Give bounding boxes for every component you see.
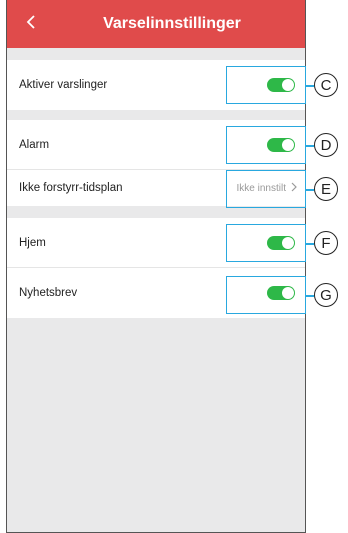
callout-line-d: [306, 145, 314, 147]
row-label: Nyhetsbrev: [19, 287, 77, 299]
marker-c: C: [314, 73, 338, 97]
callout-line-g: [306, 295, 314, 297]
callout-line-c: [306, 85, 314, 87]
row-label: Aktiver varslinger: [19, 79, 107, 91]
row-label: Ikke forstyrr-tidsplan: [19, 182, 123, 194]
row-label: Alarm: [19, 139, 49, 151]
marker-g: G: [314, 283, 338, 307]
callout-line-e: [306, 189, 314, 191]
header-bar: Varselinnstillinger: [7, 0, 306, 48]
row-label: Hjem: [19, 237, 46, 249]
marker-f: F: [314, 231, 338, 255]
page-title: Varselinnstillinger: [7, 0, 306, 48]
marker-d: D: [314, 133, 338, 157]
marker-e: E: [314, 177, 338, 201]
callout-box-c: [226, 66, 306, 104]
callout-box-e: [226, 170, 306, 208]
callout-box-d: [226, 126, 306, 164]
callout-line-f: [306, 243, 314, 245]
callout-box-f: [226, 224, 306, 262]
callout-box-g: [226, 276, 306, 314]
